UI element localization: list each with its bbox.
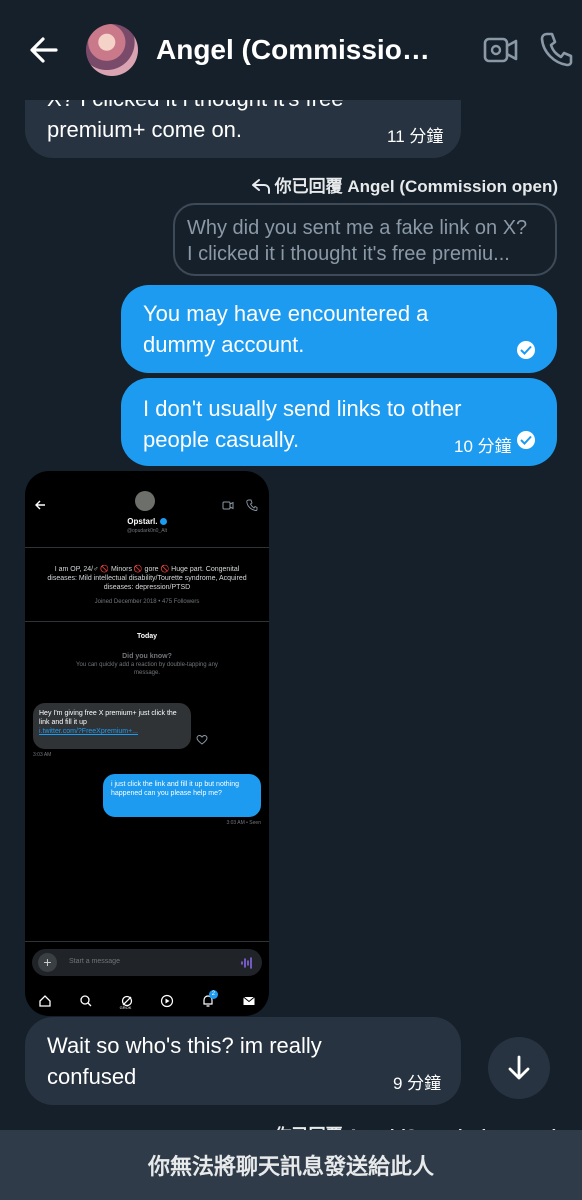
- phone-icon: [540, 32, 573, 67]
- message-line: I don't usually send links to other: [143, 396, 462, 421]
- message-timestamp: 10 分鐘: [454, 437, 512, 456]
- arrow-down-icon: [508, 1055, 530, 1080]
- chat-header: Angel (Commission ...: [0, 0, 582, 100]
- quoted-line: I clicked it i thought it's free premiu.…: [187, 243, 510, 265]
- video-call-button[interactable]: [482, 32, 520, 68]
- phone-icon: [246, 499, 258, 511]
- message-timestamp: 3:03 AM: [33, 752, 52, 758]
- quoted-line: Why did you sent me a fake link on X?: [187, 217, 528, 239]
- scroll-to-bottom-button[interactable]: [488, 1037, 550, 1099]
- home-icon: [38, 994, 52, 1008]
- divider: [25, 941, 269, 942]
- divider: [25, 621, 269, 622]
- reply-arrow-icon: [251, 179, 270, 194]
- back-button[interactable]: [26, 32, 62, 68]
- message-line: dummy account.: [143, 332, 305, 357]
- avatar: [135, 491, 155, 511]
- reply-indicator-text: 你已回覆 Angel (Commission open): [274, 177, 558, 196]
- tip-title: Did you know?: [122, 653, 172, 660]
- message-line: confused: [47, 1064, 137, 1089]
- message-timestamp: 9 分鐘: [393, 1074, 442, 1093]
- date-separator: Today: [136, 633, 158, 640]
- grok-icon: GROK: [120, 994, 134, 1010]
- heart-plus-icon: [196, 734, 208, 745]
- video-camera-icon: [222, 501, 234, 510]
- plus-icon: +: [38, 953, 57, 972]
- composer-placeholder: Start a message: [69, 958, 120, 965]
- reply-indicator: 你已回覆 Angel (Commission open): [251, 172, 558, 197]
- message-line: Wait so who's this? im really: [47, 1033, 322, 1058]
- cannot-message-notice: 你無法將聊天訊息發送給此人: [0, 1130, 582, 1200]
- video-camera-icon: [483, 37, 518, 63]
- message-line: people casually.: [143, 427, 300, 452]
- profile-joined: Joined December 2018 • 475 Followers: [94, 599, 200, 605]
- profile-handle: @opudark0n0_Alt: [126, 528, 168, 534]
- message-line: premium+ come on.: [47, 117, 243, 142]
- message-composer: + Start a message: [32, 949, 262, 976]
- outgoing-message[interactable]: I don't usually send links to other peop…: [121, 378, 557, 466]
- profile-bio: I am OP, 24/♂ 🚫 Minors 🚫 gore 🚫 Huge par…: [47, 566, 247, 591]
- notification-badge: 2: [208, 989, 218, 999]
- outgoing-message: i just click the link and fill it up but…: [103, 774, 261, 817]
- voice-call-button[interactable]: [538, 30, 574, 68]
- divider: [25, 547, 269, 548]
- tip-text: You can quickly add a reaction by double…: [76, 662, 218, 676]
- incoming-message: Hey I'm giving free X premium+ just clic…: [33, 703, 191, 749]
- search-icon: [79, 994, 93, 1008]
- message-link: i.twitter.com/?FreeXpremium+...: [39, 728, 139, 735]
- quoted-message[interactable]: Why did you sent me a fake link on X? I …: [173, 203, 557, 276]
- chat-title[interactable]: Angel (Commission ...: [156, 34, 436, 66]
- incoming-message[interactable]: Wait so who's this? im really confused 9…: [25, 1017, 461, 1105]
- message-timestamp: 11 分鐘: [387, 127, 444, 146]
- image-attachment[interactable]: Opstarl. @opudark0n0_Alt I am OP, 24/♂ 🚫…: [25, 471, 269, 1016]
- bell-icon: 2: [201, 989, 218, 1008]
- message-line: You may have encountered a: [143, 301, 429, 326]
- notice-text: 你無法將聊天訊息發送給此人: [147, 1154, 434, 1179]
- profile-name: Opstarl.: [25, 517, 269, 526]
- play-icon: [160, 994, 174, 1008]
- verified-badge-icon: [159, 518, 167, 525]
- arrow-left-icon: [35, 500, 45, 510]
- bottom-nav: GROK 2: [25, 985, 269, 1016]
- voice-wave-icon: [241, 957, 252, 969]
- seen-check-icon: [517, 431, 535, 449]
- seen-check-icon: [517, 341, 535, 359]
- attachment-header: Opstarl. @opudark0n0_Alt: [25, 471, 269, 549]
- mail-icon: [242, 994, 256, 1008]
- message-timestamp: 3:03 AM • Seen: [226, 820, 261, 826]
- avatar[interactable]: [86, 24, 138, 76]
- arrow-left-icon: [30, 37, 58, 63]
- outgoing-message[interactable]: You may have encountered a dummy account…: [121, 285, 557, 373]
